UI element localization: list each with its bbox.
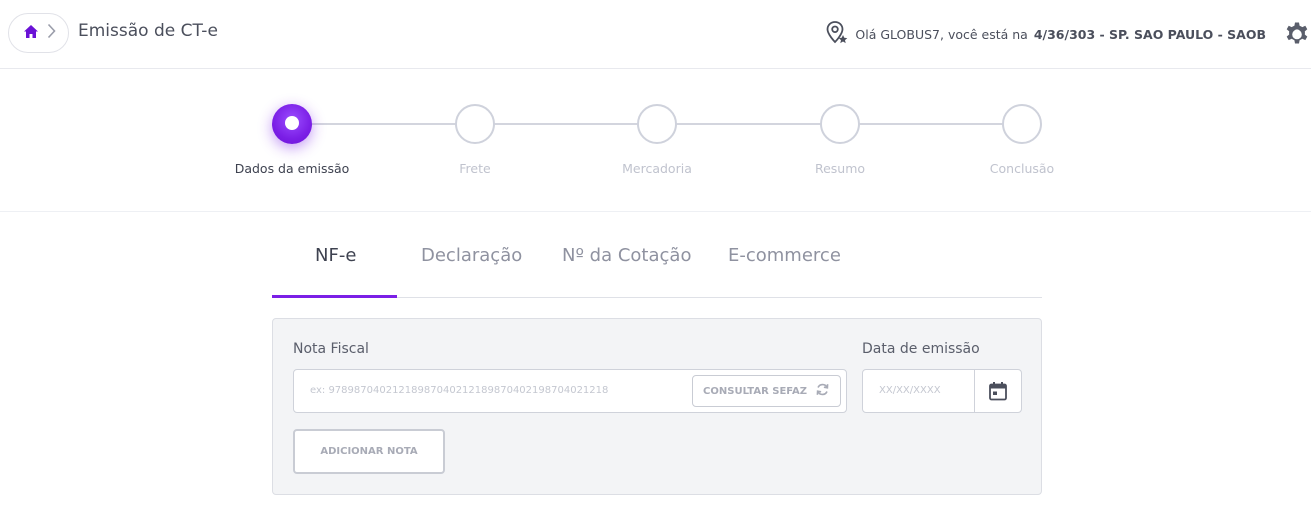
step-label: Mercadoria: [622, 161, 692, 176]
home-breadcrumb[interactable]: [8, 13, 69, 53]
tab-nfe[interactable]: NF-e: [315, 245, 356, 266]
step-label: Frete: [459, 161, 491, 176]
consultar-sefaz-button[interactable]: CONSULTAR SEFAZ: [692, 375, 841, 407]
greeting-text: Olá GLOBUS7, você está na: [855, 27, 1028, 42]
adicionar-nota-button[interactable]: ADICIONAR NOTA: [293, 429, 445, 474]
step-label: Resumo: [814, 161, 866, 176]
chevron-right-icon: [47, 23, 56, 43]
step-indicator: [1002, 104, 1042, 144]
gear-icon[interactable]: [1283, 19, 1311, 47]
home-icon[interactable]: [23, 24, 39, 43]
data-emissao-label: Data de emissão: [862, 341, 980, 357]
step-conclusao[interactable]: Conclusão: [957, 104, 1087, 176]
step-indicator: [637, 104, 677, 144]
nota-fiscal-input[interactable]: ex: 978987040212189870402121898704021987…: [293, 369, 847, 413]
active-tab-indicator: [272, 295, 397, 298]
tab-numero-cotacao[interactable]: Nº da Cotação: [562, 245, 691, 266]
step-resumo[interactable]: Resumo: [775, 104, 905, 176]
page-title: Emissão de CT-e: [78, 21, 218, 41]
data-emissao-placeholder: XX/XX/XXXX: [879, 385, 941, 396]
nota-fiscal-placeholder: ex: 978987040212189870402121898704021987…: [310, 385, 609, 396]
location-pin-star-icon: [825, 20, 849, 49]
step-frete[interactable]: Frete: [410, 104, 540, 176]
step-indicator: [455, 104, 495, 144]
calendar-icon[interactable]: [974, 370, 1021, 412]
document-type-tabs: NF-e Declaração Nº da Cotação E-commerce: [272, 212, 1042, 298]
step-label: Dados da emissão: [234, 161, 350, 176]
step-indicator: [820, 104, 860, 144]
tab-declaracao[interactable]: Declaração: [421, 245, 522, 266]
nota-fiscal-label: Nota Fiscal: [293, 341, 369, 357]
nota-fiscal-panel: Nota Fiscal Data de emissão ex: 97898704…: [272, 318, 1042, 495]
step-label: Conclusão: [989, 161, 1055, 176]
tab-ecommerce[interactable]: E-commerce: [728, 245, 841, 266]
progress-stepper: Dados da emissão Frete Mercadoria Resumo…: [0, 69, 1311, 212]
location-code: 4/36/303 - SP. SAO PAULO - SAOB: [1033, 27, 1266, 42]
refresh-icon: [815, 382, 830, 400]
step-dados-da-emissao[interactable]: Dados da emissão: [227, 104, 357, 176]
location-info: Olá GLOBUS7, você está na 4/36/303 - SP.…: [825, 20, 1266, 49]
step-mercadoria[interactable]: Mercadoria: [592, 104, 722, 176]
top-bar: Emissão de CT-e Olá GLOBUS7, você está n…: [0, 0, 1311, 69]
step-indicator: [272, 104, 312, 144]
data-emissao-input[interactable]: XX/XX/XXXX: [862, 369, 1022, 413]
consultar-sefaz-label: CONSULTAR SEFAZ: [703, 385, 807, 397]
